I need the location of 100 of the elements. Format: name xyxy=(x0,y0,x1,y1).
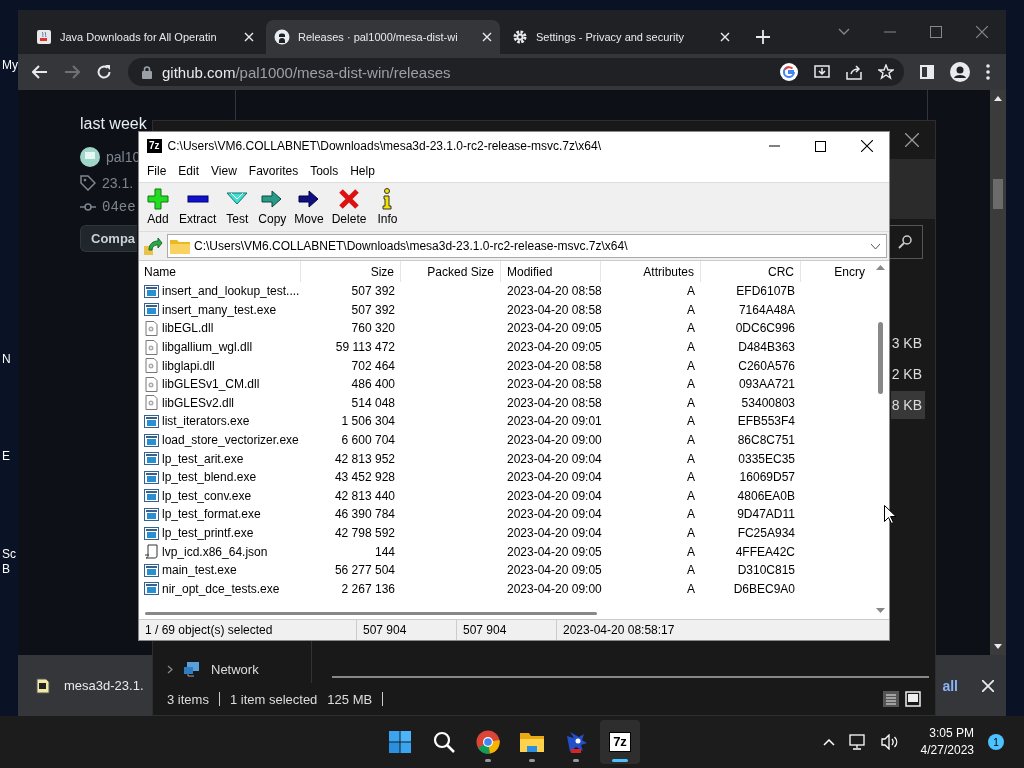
file-name[interactable]: list_iterators.exe xyxy=(139,413,301,429)
scrollbar-thumb[interactable] xyxy=(145,611,597,615)
close-icon[interactable] xyxy=(905,133,919,147)
menu-item[interactable]: Help xyxy=(344,164,381,178)
column-header[interactable]: Attributes xyxy=(601,261,701,282)
table-cell-text: A xyxy=(686,377,696,392)
share-icon[interactable] xyxy=(846,64,862,80)
toolbar-button[interactable]: Move xyxy=(290,188,328,226)
desktop-icon-label[interactable]: B xyxy=(2,562,10,576)
file-row[interactable]: 8 KB xyxy=(891,391,925,419)
table-cell-text: A xyxy=(686,340,696,355)
file-row[interactable]: 3 KB xyxy=(891,329,925,357)
commit-link[interactable]: 04ee xyxy=(102,199,136,215)
star-icon[interactable] xyxy=(878,64,894,80)
file-name[interactable]: insert_and_lookup_test.... xyxy=(139,283,301,299)
browser-tab[interactable]: Releases · pal1000/mesa-dist-wi xyxy=(266,20,500,54)
file-name[interactable]: lp_test_printf.exe xyxy=(139,525,301,541)
table-cell-text: C260A576 xyxy=(737,358,796,373)
tiles-view-icon[interactable] xyxy=(905,691,921,707)
scrollbar-thumb[interactable] xyxy=(878,322,883,394)
table-cell-text: D310C815 xyxy=(736,563,796,578)
file-name[interactable]: lp_test_conv.exe xyxy=(139,488,301,504)
scrollbar-thumb[interactable] xyxy=(993,179,1003,209)
column-header[interactable]: Name xyxy=(139,261,301,282)
toolbar-button[interactable]: Test xyxy=(220,188,255,226)
desktop-icon-label[interactable]: N xyxy=(2,352,11,366)
table-cell-text: 2023-04-20 08:58 xyxy=(506,302,601,317)
table-cell-text: A xyxy=(686,358,696,373)
scrollbar[interactable] xyxy=(332,676,929,678)
file-row[interactable]: 2 KB xyxy=(891,360,925,388)
address-bar[interactable]: github.com/pal1000/mesa-dist-win/releases xyxy=(128,58,904,86)
nav-item[interactable]: Network xyxy=(153,657,311,681)
browser-tab[interactable]: Java Downloads for All Operatin xyxy=(28,20,262,54)
folder-up-icon[interactable] xyxy=(143,236,163,256)
notification-badge[interactable]: 1 xyxy=(988,734,1004,750)
toolbar-button[interactable]: Delete xyxy=(327,188,371,226)
profile-icon[interactable] xyxy=(950,62,970,82)
menu-item[interactable]: File xyxy=(141,164,173,178)
toolbar-button[interactable]: Copy xyxy=(254,188,291,226)
file-name[interactable]: libGLESv2.dll xyxy=(139,395,301,411)
network-icon[interactable] xyxy=(848,734,867,750)
file-name[interactable]: nir_opt_dce_tests.exe xyxy=(139,581,301,597)
maximize-icon[interactable] xyxy=(815,140,826,152)
google-g-icon[interactable] xyxy=(780,63,798,81)
archive-file-icon xyxy=(36,677,50,694)
file-name[interactable]: libglapi.dll xyxy=(139,358,301,374)
file-name[interactable]: main_test.exe xyxy=(139,562,301,578)
new-tab-icon[interactable] xyxy=(756,30,770,44)
file-name[interactable]: lvp_icd.x86_64.json xyxy=(139,544,301,560)
file-name[interactable]: load_store_vectorizer.exe xyxy=(139,432,301,448)
file-name[interactable]: libEGL.dll xyxy=(139,321,301,336)
desktop-icon-label[interactable]: E xyxy=(2,449,10,463)
taskbar-app[interactable]: 7z xyxy=(600,720,640,764)
column-header[interactable]: Encry xyxy=(801,261,871,282)
install-icon[interactable] xyxy=(814,64,830,80)
menu-item[interactable]: View xyxy=(205,164,243,178)
desktop-icon-label[interactable]: My xyxy=(2,58,18,72)
toolbar-button[interactable]: Extract xyxy=(175,188,221,226)
table-cell-text: A xyxy=(686,321,696,336)
file-name[interactable]: insert_many_test.exe xyxy=(139,302,301,318)
table-cell-text: 46 390 784 xyxy=(333,507,396,522)
toolbar-button[interactable]: Add xyxy=(141,188,175,226)
file-name[interactable]: libgallium_wgl.dll xyxy=(139,339,301,355)
gear-icon xyxy=(512,29,528,45)
table-cell-text: 2023-04-20 08:58 xyxy=(506,284,601,299)
plus-icon xyxy=(147,188,169,210)
column-header[interactable]: Size xyxy=(301,261,401,282)
column-header[interactable]: Modified xyxy=(501,261,601,282)
volume-icon[interactable] xyxy=(880,734,899,750)
tag-icon xyxy=(80,175,96,191)
file-name[interactable]: libGLESv1_CM.dll xyxy=(139,376,301,392)
chevron-down-icon[interactable] xyxy=(838,28,850,36)
menu-item[interactable]: Favorites xyxy=(242,164,305,178)
scrollbar[interactable] xyxy=(990,90,1006,655)
details-view-icon[interactable] xyxy=(883,691,899,707)
folder-icon xyxy=(519,731,545,753)
toolbar-button[interactable]: Info xyxy=(370,188,405,226)
compare-button[interactable]: Compa xyxy=(80,225,137,252)
menu-item[interactable]: Edit xyxy=(172,164,206,178)
close-icon[interactable] xyxy=(861,140,873,152)
back-arrow-icon[interactable] xyxy=(32,65,48,79)
show-all-link[interactable]: all xyxy=(942,677,958,694)
table-cell-text: 43 452 928 xyxy=(333,470,396,485)
table-cell-text: A xyxy=(686,451,696,466)
menu-icon[interactable] xyxy=(986,64,990,80)
chevron-up-icon[interactable] xyxy=(822,738,835,746)
tag-link[interactable]: 23.1. xyxy=(102,175,134,191)
menu-item[interactable]: Tools xyxy=(304,164,345,178)
reload-icon[interactable] xyxy=(96,64,112,80)
column-header[interactable]: Packed Size xyxy=(401,261,501,282)
browser-tab[interactable]: Settings - Privacy and security xyxy=(504,20,738,54)
download-item[interactable]: mesa3d-23.1. xyxy=(36,677,144,694)
path-field[interactable]: C:\Users\VM6.COLLABNET\Downloads\mesa3d-23.1.0-rc2-release-msvc.7z\x64\ xyxy=(167,234,887,258)
side-panel-icon[interactable] xyxy=(920,65,934,79)
clock[interactable]: 3:05 PM 4/27/2023 xyxy=(920,725,974,759)
file-name[interactable]: lp_test_arit.exe xyxy=(139,451,301,467)
column-header[interactable]: CRC xyxy=(701,261,801,282)
file-name[interactable]: lp_test_format.exe xyxy=(139,506,301,522)
file-name[interactable]: lp_test_blend.exe xyxy=(139,469,301,485)
desktop-icon-label[interactable]: Sc xyxy=(2,547,16,561)
